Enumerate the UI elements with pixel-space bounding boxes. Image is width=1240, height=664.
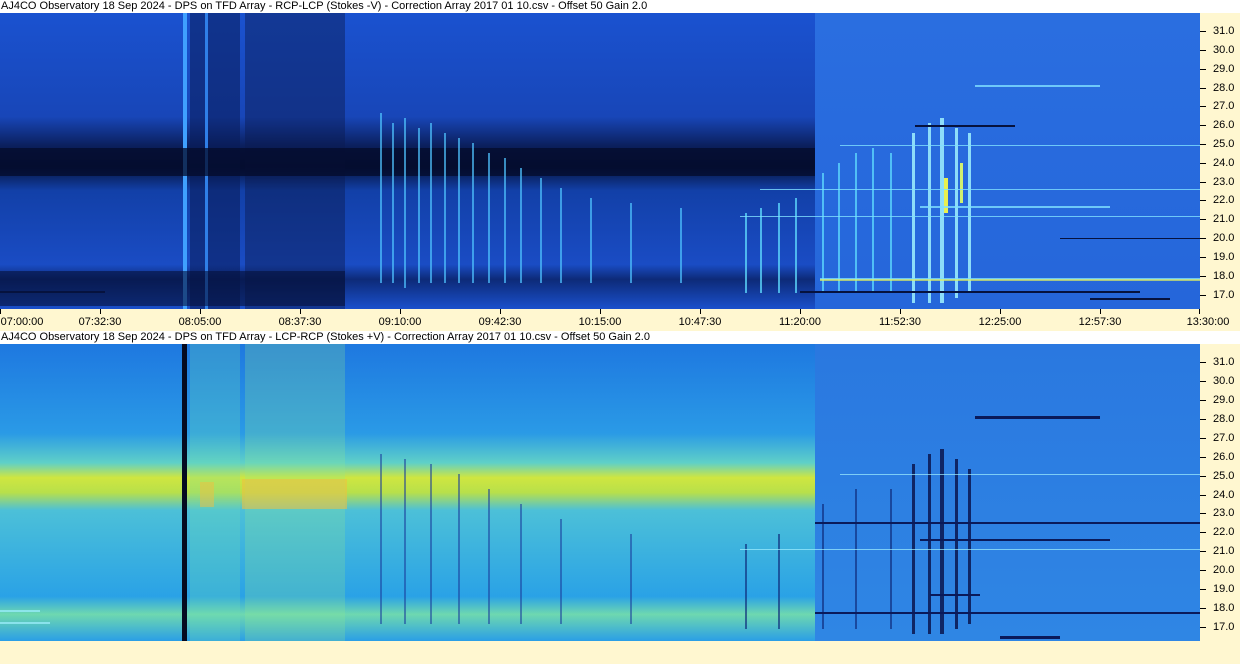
time-tick-label: 11:52:30 (878, 316, 922, 328)
freq-tick: 18.0 (1200, 270, 1240, 284)
freq-tick: 29.0 (1200, 63, 1240, 77)
freq-tick: 27.0 (1200, 432, 1240, 446)
top-frequency-axis: 31.0 30.0 29.0 28.0 27.0 26.0 25.0 24.0 … (1200, 13, 1240, 309)
freq-tick: 31.0 (1200, 356, 1240, 370)
freq-tick: 21.0 (1200, 545, 1240, 559)
freq-tick: 22.0 (1200, 526, 1240, 540)
freq-tick: 23.0 (1200, 176, 1240, 190)
freq-tick: 19.0 (1200, 251, 1240, 265)
time-tick-label: 09:42:30 (478, 316, 522, 328)
freq-tick: 17.0 (1200, 621, 1240, 635)
freq-tick: 24.0 (1200, 489, 1240, 503)
freq-tick: 30.0 (1200, 375, 1240, 389)
time-tick-label: 13:30:00 (1186, 316, 1230, 328)
time-tick-label: 07:32:30 (78, 316, 122, 328)
freq-tick: 27.0 (1200, 100, 1240, 114)
freq-tick: 23.0 (1200, 507, 1240, 521)
time-tick-label: 08:37:30 (278, 316, 322, 328)
freq-tick: 22.0 (1200, 194, 1240, 208)
time-tick-label: 08:05:00 (178, 316, 222, 328)
bottom-spectrogram-image (0, 344, 1200, 641)
freq-tick: 17.0 (1200, 289, 1240, 303)
freq-tick: 25.0 (1200, 470, 1240, 484)
top-spectrogram (0, 13, 1200, 309)
freq-tick: 19.0 (1200, 583, 1240, 597)
freq-tick: 25.0 (1200, 138, 1240, 152)
freq-tick: 31.0 (1200, 25, 1240, 39)
freq-tick: 28.0 (1200, 413, 1240, 427)
bottom-panel-title: AJ4CO Observatory 18 Sep 2024 - DPS on T… (0, 331, 1240, 344)
freq-tick: 26.0 (1200, 119, 1240, 133)
freq-tick: 26.0 (1200, 451, 1240, 465)
time-axis: 07:00:00 07:32:30 08:05:00 08:37:30 09:1… (0, 309, 1240, 331)
bottom-spectrogram (0, 344, 1200, 641)
freq-tick: 30.0 (1200, 44, 1240, 58)
top-panel-title: AJ4CO Observatory 18 Sep 2024 - DPS on T… (0, 0, 1240, 13)
time-tick-label: 10:15:00 (578, 316, 622, 328)
time-tick-label: 10:47:30 (678, 316, 722, 328)
bottom-axis-strip (0, 641, 1240, 664)
time-tick-label: 07:00:00 (0, 316, 44, 328)
freq-tick: 24.0 (1200, 157, 1240, 171)
freq-tick: 29.0 (1200, 394, 1240, 408)
freq-tick: 18.0 (1200, 602, 1240, 616)
time-tick-label: 09:10:00 (378, 316, 422, 328)
freq-tick: 20.0 (1200, 564, 1240, 578)
top-spectrogram-image (0, 13, 1200, 309)
time-tick-label: 12:25:00 (978, 316, 1022, 328)
freq-tick: 20.0 (1200, 232, 1240, 246)
bottom-frequency-axis: 31.0 30.0 29.0 28.0 27.0 26.0 25.0 24.0 … (1200, 344, 1240, 641)
time-tick-label: 12:57:30 (1078, 316, 1122, 328)
freq-tick: 28.0 (1200, 82, 1240, 96)
time-tick-label: 11:20:00 (778, 316, 822, 328)
freq-tick: 21.0 (1200, 213, 1240, 227)
